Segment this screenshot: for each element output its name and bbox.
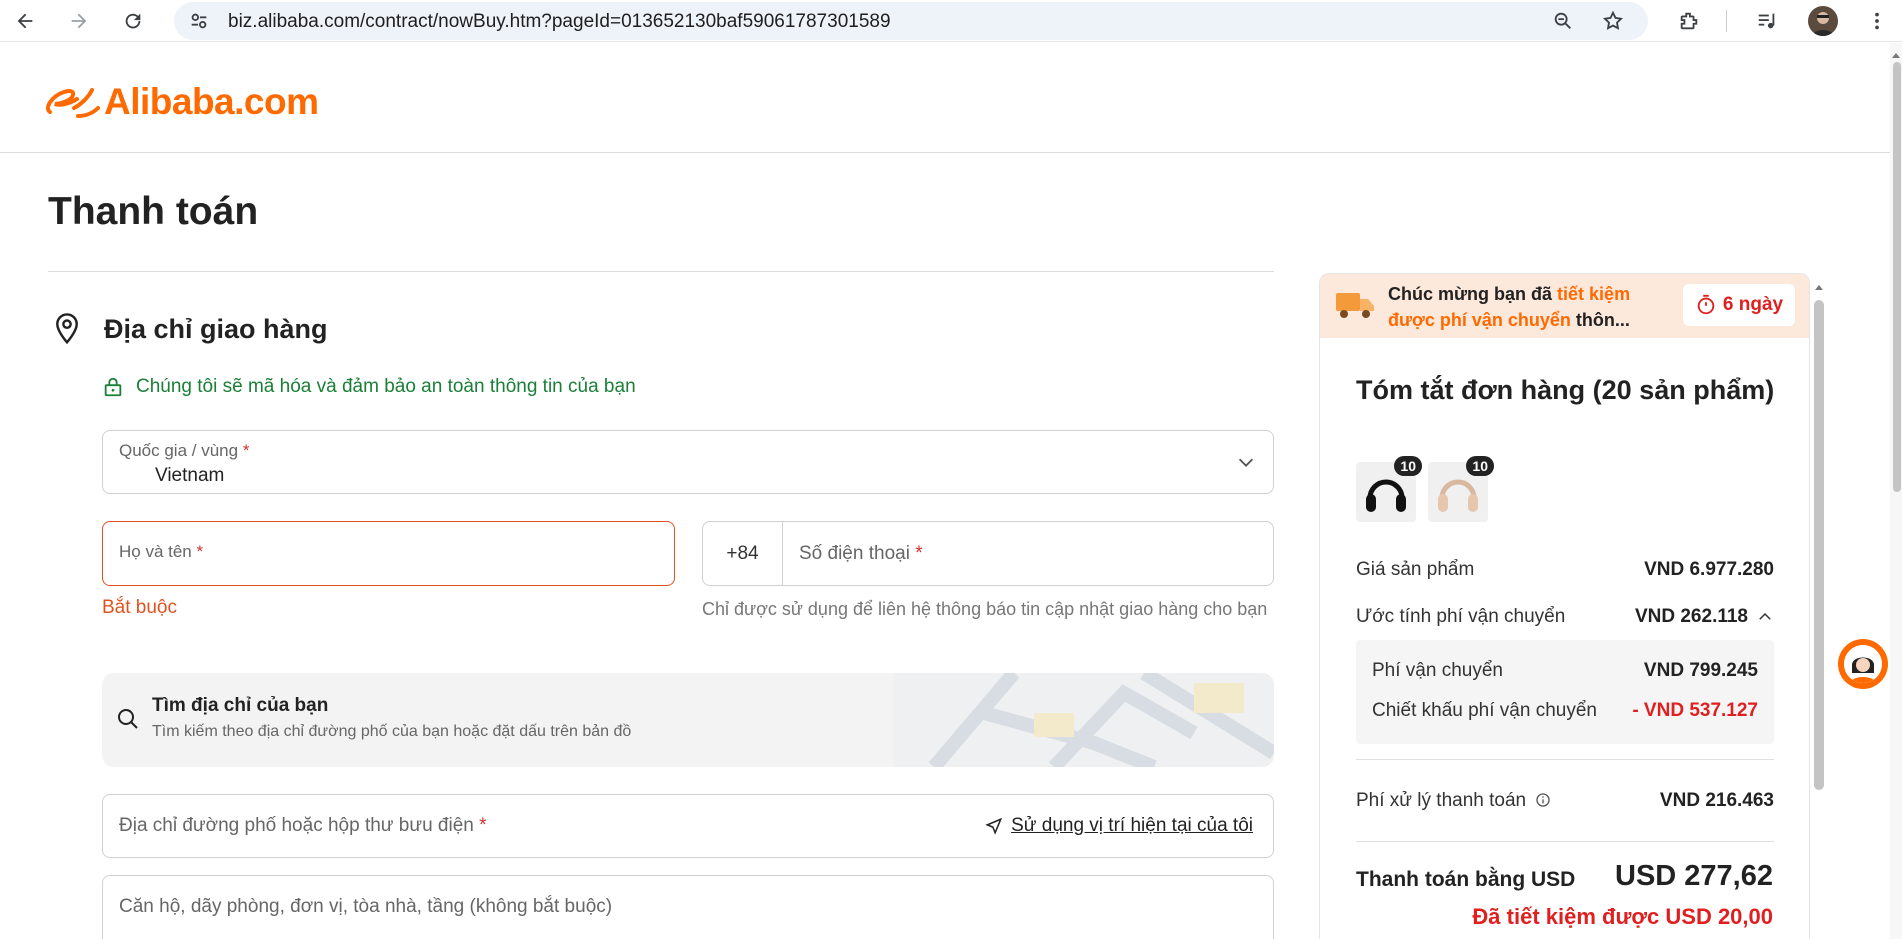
delivery-truck-icon: [1328, 287, 1376, 328]
info-icon[interactable]: [1535, 792, 1551, 808]
product-price-value: VND 6.977.280: [1644, 559, 1774, 580]
shipping-fee-row: Phí vận chuyển VND 799.245: [1372, 660, 1758, 682]
product-thumbnail[interactable]: 10: [1428, 456, 1494, 522]
chat-assistant-button[interactable]: [1838, 639, 1888, 689]
shipping-estimate-value: VND 262.118: [1634, 606, 1748, 627]
page-title: Thanh toán: [48, 190, 259, 233]
shipping-fee-value: VND 799.245: [1643, 660, 1758, 681]
bookmark-star-icon[interactable]: [1598, 6, 1628, 36]
processing-fee-row: Phí xử lý thanh toán VND 216.463: [1356, 790, 1774, 812]
full-name-label: Họ và tên *: [119, 542, 204, 561]
processing-fee-label: Phí xử lý thanh toán: [1356, 790, 1527, 811]
alibaba-logo[interactable]: Alibaba.com: [44, 81, 319, 123]
product-qty-badge: 10: [1394, 456, 1422, 476]
zoom-icon[interactable]: [1548, 6, 1578, 36]
toolbar-divider: [1726, 10, 1727, 32]
product-qty-badge: 10: [1466, 456, 1494, 476]
shipping-section-header: Địa chỉ giao hàng: [52, 312, 328, 346]
country-value: Vietnam: [155, 465, 225, 486]
full-name-input[interactable]: Họ và tên *: [102, 521, 675, 586]
shipping-discount-row: Chiết khấu phí vận chuyển - VND 537.127: [1372, 700, 1758, 722]
total-label: Thanh toán bằng USD: [1356, 868, 1576, 891]
chevron-down-icon: [1235, 451, 1257, 478]
shipping-estimate-row[interactable]: Ước tính phí vận chuyển VND 262.118: [1356, 606, 1774, 628]
processing-fee-value: VND 216.463: [1659, 790, 1774, 811]
address-search-subtitle: Tìm kiếm theo địa chỉ đường phố của bạn …: [152, 723, 632, 740]
page-scroll-up-icon[interactable]: [1890, 49, 1902, 61]
product-price-label: Giá sản phẩm: [1356, 559, 1475, 580]
use-current-location-link[interactable]: Sử dụng vị trí hiện tại của tôi: [985, 815, 1253, 837]
shipping-breakdown: Phí vận chuyển VND 799.245 Chiết khấu ph…: [1356, 640, 1774, 744]
browser-toolbar: biz.alibaba.com/contract/nowBuy.htm?page…: [0, 0, 1902, 42]
shipping-section-title: Địa chỉ giao hàng: [104, 313, 328, 344]
order-summary-title: Tóm tắt đơn hàng (20 sản phẩm): [1356, 375, 1775, 405]
apartment-label: Căn hộ, dãy phòng, đơn vị, tòa nhà, tầng…: [119, 896, 613, 917]
phone-help-text: Chỉ được sử dụng để liên hệ thông báo ti…: [702, 599, 1268, 619]
summary-divider: [1356, 841, 1774, 842]
product-thumbnail[interactable]: 10: [1356, 456, 1422, 522]
street-address-input[interactable]: Địa chỉ đường phố hoặc hộp thư bưu điện …: [102, 794, 1274, 858]
media-queue-icon[interactable]: [1752, 6, 1782, 36]
chevron-up-icon[interactable]: [1756, 608, 1774, 632]
alibaba-logo-icon: [45, 88, 100, 118]
logo-text: Alibaba.com: [104, 81, 319, 122]
full-name-error: Bắt buộc: [102, 597, 177, 618]
promo-text: Chúc mừng bạn đã tiết kiệm được phí vận …: [1388, 284, 1631, 330]
reload-icon[interactable]: [118, 6, 148, 36]
summary-scrollbar-thumb[interactable]: [1814, 300, 1824, 790]
country-label: Quốc gia / vùng *: [119, 441, 250, 460]
assistant-avatar-icon: [1844, 645, 1882, 683]
navigation-arrow-icon: [985, 817, 1003, 835]
site-header: Alibaba.com: [0, 43, 1890, 153]
location-pin-icon: [56, 313, 78, 345]
shipping-fee-label: Phí vận chuyển: [1372, 660, 1503, 681]
address-search-box[interactable]: Tìm địa chỉ của bạn Tìm kiếm theo địa ch…: [102, 673, 1274, 767]
forward-icon[interactable]: [64, 6, 94, 36]
extensions-icon[interactable]: [1674, 6, 1704, 36]
savings-text: Đã tiết kiệm được USD 20,00: [1472, 904, 1773, 929]
shipping-discount-label: Chiết khấu phí vận chuyển: [1372, 700, 1597, 721]
secure-note: Chúng tôi sẽ mã hóa và đảm bảo an toàn t…: [102, 376, 636, 398]
profile-avatar[interactable]: [1808, 6, 1838, 36]
product-price-row: Giá sản phẩm VND 6.977.280: [1356, 559, 1774, 581]
apartment-input[interactable]: Căn hộ, dãy phòng, đơn vị, tòa nhà, tầng…: [102, 875, 1274, 939]
more-menu-icon[interactable]: [1862, 6, 1892, 36]
title-divider: [48, 271, 1274, 272]
promo-timer: 6 ngày: [1683, 284, 1795, 326]
address-bar[interactable]: biz.alibaba.com/contract/nowBuy.htm?page…: [174, 2, 1648, 40]
shipping-discount-value: - VND 537.127: [1632, 700, 1758, 721]
summary-divider: [1356, 759, 1774, 760]
map-illustration: [894, 673, 1274, 767]
shipping-promo-banner: Chúc mừng bạn đã tiết kiệm được phí vận …: [1320, 274, 1809, 338]
order-summary-panel: Chúc mừng bạn đã tiết kiệm được phí vận …: [1319, 273, 1810, 939]
phone-field: +84 Số điện thoại *: [702, 521, 1274, 586]
total-value: USD 277,62: [1615, 860, 1773, 892]
street-address-label: Địa chỉ đường phố hoặc hộp thư bưu điện …: [119, 815, 487, 836]
stopwatch-icon: [1697, 294, 1715, 315]
country-select[interactable]: Quốc gia / vùng * Vietnam: [102, 430, 1274, 494]
page-scrollbar-thumb[interactable]: [1893, 62, 1901, 492]
shipping-estimate-label: Ước tính phí vận chuyển: [1356, 606, 1566, 627]
lock-icon: [104, 377, 122, 397]
site-info-icon[interactable]: [188, 10, 210, 37]
secure-note-text: Chúng tôi sẽ mã hóa và đảm bảo an toàn t…: [136, 376, 636, 397]
phone-country-code[interactable]: +84: [703, 522, 783, 585]
address-search-title: Tìm địa chỉ của bạn: [152, 695, 329, 716]
url-text: biz.alibaba.com/contract/nowBuy.htm?page…: [228, 11, 891, 32]
phone-input[interactable]: Số điện thoại *: [799, 543, 923, 565]
back-icon[interactable]: [10, 6, 40, 36]
search-icon: [116, 707, 140, 736]
scroll-up-arrow-icon[interactable]: [1813, 281, 1825, 293]
